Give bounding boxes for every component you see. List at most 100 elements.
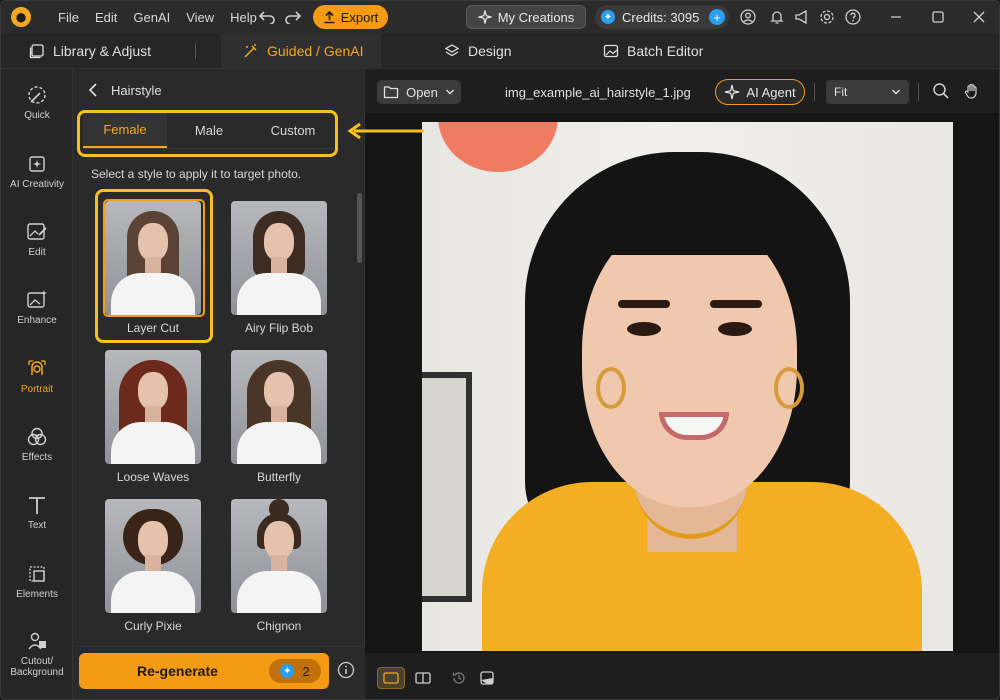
minimize-icon[interactable] — [886, 7, 906, 27]
zoom-icon[interactable] — [931, 81, 951, 101]
library-icon — [29, 44, 44, 59]
style-list-scrollbar[interactable] — [357, 193, 362, 263]
folder-icon — [383, 86, 399, 99]
rail-label: AI Creativity — [10, 179, 64, 190]
style-card-airy-flip-bob[interactable]: Airy Flip Bob — [231, 201, 327, 335]
style-card-chignon[interactable]: Chignon — [231, 499, 327, 633]
rail-label: Enhance — [17, 315, 57, 326]
compare-view-button[interactable] — [409, 667, 437, 689]
shirt-shape — [111, 571, 195, 613]
maximize-icon[interactable] — [928, 7, 948, 27]
info-icon[interactable] — [337, 661, 355, 682]
redo-icon[interactable] — [283, 7, 303, 27]
edit-image-icon — [27, 223, 47, 240]
app-logo — [11, 7, 31, 27]
history-button[interactable] — [445, 667, 473, 689]
mode-separator — [195, 43, 196, 59]
style-card-curly-pixie[interactable]: Curly Pixie — [105, 499, 201, 633]
face-shape — [264, 372, 294, 410]
mode-label: Batch Editor — [627, 43, 704, 59]
rail-item-enhance[interactable]: Enhance — [1, 288, 73, 348]
credits-badge[interactable]: ✦ Credits: 3095 + — [595, 5, 729, 29]
images-icon — [603, 44, 619, 58]
rail-label: Elements — [16, 589, 58, 600]
gear-icon[interactable] — [817, 7, 837, 27]
open-button[interactable]: Open — [377, 80, 461, 104]
mode-design[interactable]: Design — [444, 33, 512, 69]
panel-hint: Select a style to apply it to target pho… — [91, 167, 302, 181]
style-card-butterfly[interactable]: Butterfly — [231, 350, 327, 484]
regenerate-cost-badge: ✦ 2 — [269, 659, 321, 683]
style-label: Chignon — [256, 619, 302, 633]
undo-icon[interactable] — [257, 7, 277, 27]
rail-item-portrait[interactable]: Portrait — [1, 357, 73, 417]
chevron-down-icon — [445, 89, 454, 95]
layer-mask-button[interactable] — [473, 667, 501, 689]
export-button[interactable]: Export — [313, 5, 388, 29]
canvas-toolbar: Open img_example_ai_hairstyle_1.jpg AI A… — [365, 69, 999, 113]
panel-title: Hairstyle — [111, 83, 162, 98]
credits-label: Credits: 3095 — [622, 9, 700, 25]
left-earring-shape — [596, 367, 626, 409]
canvas-bottom-bar — [365, 653, 999, 699]
selected-style-highlight — [95, 189, 213, 343]
zoom-select[interactable]: Fit — [826, 80, 909, 104]
mode-label: Library & Adjust — [53, 43, 152, 59]
main-menu: File Edit GenAI View Help — [58, 1, 257, 33]
tabs-highlight — [77, 110, 338, 157]
file-name: img_example_ai_hairstyle_1.jpg — [505, 85, 691, 100]
rail-item-cutout-background[interactable]: Cutout/ Background — [1, 629, 73, 699]
rail-item-quick[interactable]: Quick — [1, 83, 73, 143]
style-card-loose-waves[interactable]: Loose Waves — [105, 350, 201, 484]
face-shape — [264, 223, 294, 261]
regenerate-button[interactable]: Re-generate ✦ 2 — [79, 653, 329, 689]
back-icon[interactable] — [87, 82, 101, 101]
menu-genai[interactable]: GenAI — [133, 10, 170, 25]
single-view-button[interactable] — [377, 667, 405, 689]
wall-clock-shape — [438, 122, 558, 172]
shirt-shape — [111, 422, 195, 464]
right-brow-shape — [710, 300, 762, 308]
elements-icon — [29, 566, 45, 582]
mode-bar: Library & Adjust Guided / GenAI Design B… — [1, 33, 999, 69]
rail-item-elements[interactable]: Elements — [1, 562, 73, 622]
cutout-icon — [28, 632, 46, 650]
menu-file[interactable]: File — [58, 10, 79, 25]
face-shape — [138, 372, 168, 410]
chevron-down-icon — [892, 89, 900, 95]
menu-view[interactable]: View — [186, 10, 214, 25]
magic-wand-icon — [244, 44, 257, 58]
regenerate-label: Re-generate — [137, 663, 218, 679]
menu-help[interactable]: Help — [230, 10, 257, 25]
mode-label: Design — [468, 43, 512, 59]
rail-item-ai-creativity[interactable]: AI Creativity — [1, 152, 73, 212]
title-bar: File Edit GenAI View Help Export My Crea… — [1, 1, 999, 33]
hand-pan-icon[interactable] — [962, 81, 982, 101]
ai-agent-button[interactable]: AI Agent — [715, 79, 805, 105]
add-credits-icon[interactable]: + — [709, 9, 725, 25]
target-photo[interactable] — [422, 122, 953, 651]
quick-wand-icon — [28, 86, 46, 104]
menu-edit[interactable]: Edit — [95, 10, 117, 25]
megaphone-icon[interactable] — [792, 7, 812, 27]
rail-item-effects[interactable]: Effects — [1, 425, 73, 485]
my-creations-button[interactable]: My Creations — [466, 5, 586, 29]
enhance-icon — [27, 290, 47, 308]
close-icon[interactable] — [969, 7, 989, 27]
single-view-icon — [383, 672, 399, 684]
sparkle-icon — [477, 10, 492, 24]
bell-icon[interactable] — [767, 7, 787, 27]
help-icon[interactable] — [843, 7, 863, 27]
style-label: Curly Pixie — [124, 619, 182, 633]
mode-batch-editor[interactable]: Batch Editor — [603, 33, 703, 69]
portrait-icon — [28, 360, 46, 375]
credit-coin-icon: ✦ — [601, 10, 615, 24]
account-icon[interactable] — [738, 7, 758, 27]
ai-agent-icon — [725, 84, 740, 100]
rail-label: Quick — [24, 110, 50, 121]
mode-guided-genai[interactable]: Guided / GenAI — [221, 33, 381, 69]
shirt-shape — [237, 422, 321, 464]
rail-item-text[interactable]: Text — [1, 493, 73, 553]
rail-item-edit[interactable]: Edit — [1, 220, 73, 280]
mode-library-adjust[interactable]: Library & Adjust — [29, 33, 151, 69]
